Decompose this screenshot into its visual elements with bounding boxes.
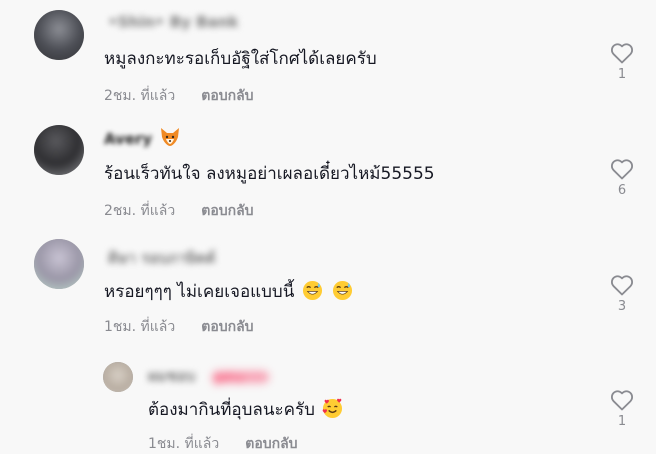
like-count: 3 <box>617 299 627 314</box>
creator-badge: ผู้สร้าง <box>212 370 269 385</box>
like-button[interactable]: 1 <box>607 389 637 429</box>
comment-meta: 1ชม. ที่แล้ว ตอบกลับ <box>104 316 254 338</box>
comment-list: •Shin• By Bank หมูลงกะทะรอเก็บอัฐิใส่โกศ… <box>0 0 656 454</box>
comment-username[interactable]: Avery <box>104 127 181 148</box>
comment-time: 2ชม. ที่แล้ว <box>104 203 176 219</box>
like-count: 1 <box>617 414 627 429</box>
reply-button[interactable]: ตอบกลับ <box>245 436 297 452</box>
comment-time: 1ชม. ที่แล้ว <box>148 436 220 452</box>
comment-text: หมูลงกะทะรอเก็บอัฐิใส่โกศได้เลยครับ <box>104 49 377 69</box>
heart-outline-icon <box>610 159 634 180</box>
avatar[interactable] <box>34 239 84 289</box>
comment-item: •Shin• By Bank หมูลงกะทะรอเก็บอัฐิใส่โกศ… <box>0 0 656 115</box>
grinning-sweat-emoji <box>302 280 322 301</box>
avatar[interactable] <box>103 362 133 392</box>
avatar[interactable] <box>34 10 84 60</box>
comment-item: Avery ร้อนเร็วทันใจ ลงหมูอย่าเผลอเดี๋ยวไ… <box>0 115 656 227</box>
comment-meta: 2ชม. ที่แล้ว ตอบกลับ <box>104 85 254 107</box>
avatar[interactable] <box>34 125 84 175</box>
comment-text: ร้อนเร็วทันใจ ลงหมูอย่าเผลอเดี๋ยวไหม้555… <box>104 164 435 184</box>
reply-button[interactable]: ตอบกลับ <box>201 319 253 335</box>
like-count: 6 <box>617 183 627 198</box>
heart-outline-icon <box>610 390 634 411</box>
comment-time: 1ชม. ที่แล้ว <box>104 319 176 335</box>
comment-time: 2ชม. ที่แล้ว <box>104 88 176 104</box>
heart-outline-icon <box>610 43 634 64</box>
reply-button[interactable]: ตอบกลับ <box>201 203 253 219</box>
comment-text: ต้องมากินที่อุบลนะครับ <box>148 398 343 421</box>
comment-username[interactable]: ดิษา รอบภาษิตต์ <box>108 246 216 270</box>
like-button[interactable]: 6 <box>607 158 637 198</box>
grinning-sweat-emoji <box>333 280 353 301</box>
comment-text: หรอยๆๆๆ ไม่เคยเจอแบบนี้ <box>104 280 353 303</box>
comment-item: ดิษา รอบภาษิตต์ หรอยๆๆๆ ไม่เคยเจอแบบนี้ <box>0 227 656 350</box>
comment-username[interactable]: •Shin• By Bank <box>108 13 238 31</box>
comment-meta: 1ชม. ที่แล้ว ตอบกลับ <box>148 433 298 454</box>
like-button[interactable]: 1 <box>607 42 637 82</box>
smiling-hearts-emoji <box>322 398 343 419</box>
comment-meta: 2ชม. ที่แล้ว ตอบกลับ <box>104 200 254 222</box>
like-button[interactable]: 3 <box>607 274 637 314</box>
reply-button[interactable]: ตอบกลับ <box>201 88 253 104</box>
fox-face-emoji <box>161 128 180 146</box>
comment-username[interactable]: ผมชอบ ผู้สร้าง <box>148 364 269 388</box>
heart-outline-icon <box>610 275 634 296</box>
reply-item: ผมชอบ ผู้สร้าง ต้องมากินที่อุบลนะครับ 1ช… <box>0 350 656 454</box>
like-count: 1 <box>617 67 627 82</box>
